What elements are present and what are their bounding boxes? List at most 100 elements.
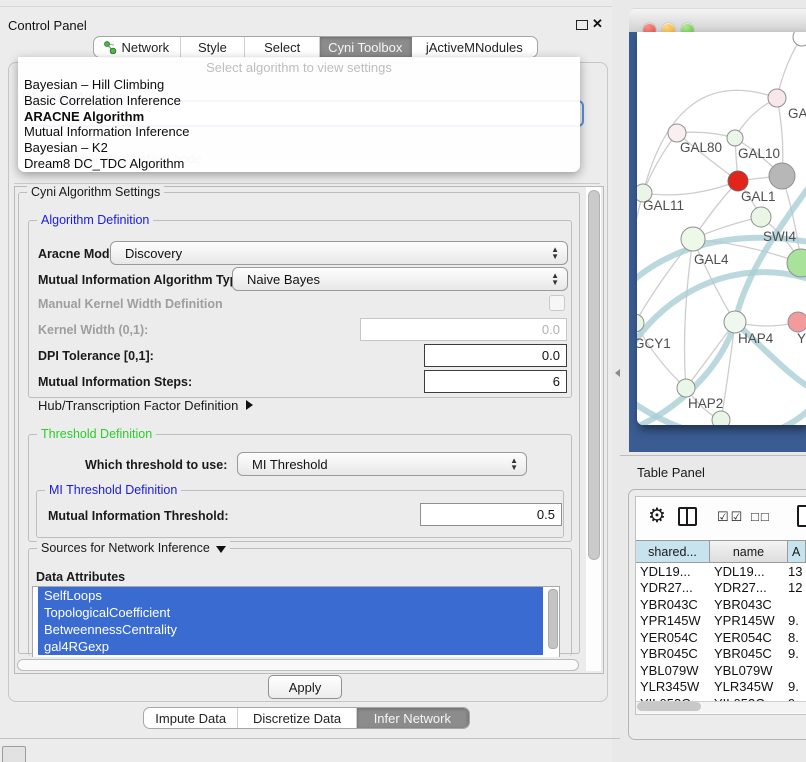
tab-style[interactable]: Style [181,37,246,57]
list-scrollbar[interactable] [548,589,558,649]
table-cell: YPR145W [636,613,710,628]
dropdown-item[interactable]: Bayesian – Hill Climbing [18,77,580,93]
table-row[interactable]: YLR345WYLR345W9. [636,679,806,696]
network-node[interactable] [724,311,746,333]
network-node[interactable] [768,89,786,107]
network-node[interactable] [728,171,748,191]
dropdown-item[interactable]: Basic Correlation Inference [18,93,580,109]
column-header-partial[interactable]: A [788,540,806,563]
select-all-checkboxes-icon[interactable]: ☑☑ [717,509,744,525]
attribute-list-item[interactable]: TopologicalCoefficient [38,604,543,621]
float-window-icon[interactable] [576,20,588,30]
cyni-bottom-tabs: Impute Data Discretize Data Infer Networ… [143,707,470,729]
spinner-arrows-icon: ▲▼ [551,272,559,286]
tab-impute-data[interactable]: Impute Data [144,708,238,728]
spinner-arrows-icon: ▲▼ [510,457,518,471]
dropdown-item[interactable]: ARACNE Algorithm [18,109,580,125]
mi-type-combobox[interactable]: Naive Bayes ▲▼ [232,267,568,291]
network-node-label: HAP4 [738,331,774,346]
panel-splitter-handle[interactable] [615,369,620,377]
group-title: MI Threshold Definition [45,483,181,497]
deselect-all-checkboxes-icon[interactable]: □□ [751,509,771,524]
network-node-label: GAL80 [680,140,722,155]
group-title: Cyni Algorithm Settings [27,185,164,199]
mi-type-label: Mutual Information Algorithm Type: [38,273,248,287]
table-row[interactable]: YDR27...YDR27...12 [636,580,806,597]
control-panel-tabs: Network Style Select Cyni Toolbox jActiv… [93,36,538,58]
table-body: YDL19...YDL19...13YDR27...YDR27...12YBR0… [636,563,806,701]
table-row[interactable]: YBL079WYBL079W [636,662,806,679]
corner-button[interactable] [2,746,26,762]
table-cell: YBR045C [710,646,788,661]
network-node[interactable] [751,207,771,227]
network-edge[interactable] [643,181,738,195]
network-edge[interactable] [643,133,677,193]
tab-network[interactable]: Network [94,37,181,57]
table-cell: 13 [788,564,806,579]
kernel-width-input[interactable]: 0.0 [360,318,567,341]
table-row[interactable]: YPR145WYPR145W9. [636,613,806,630]
attribute-list-item[interactable]: SelfLoops [38,587,543,604]
network-node[interactable] [788,312,806,332]
dpi-tolerance-input[interactable]: 0.0 [424,344,567,367]
apply-button[interactable]: Apply [268,675,342,699]
table-cell: 8. [788,630,806,645]
table-row[interactable]: YBR045CYBR045C9. [636,646,806,663]
dropdown-item[interactable]: Mutual Information Inference [18,124,580,140]
expander-arrow-icon [246,400,253,410]
network-edge-thick[interactable] [637,187,806,425]
column-header-name[interactable]: name [710,540,788,563]
attribute-list-item[interactable]: gal4RGexp [38,638,543,655]
dropdown-item[interactable]: Bayesian – K2 [18,140,580,156]
columns-icon[interactable] [678,507,697,526]
tab-cyni-toolbox[interactable]: Cyni Toolbox [320,37,412,57]
new-table-icon[interactable] [797,505,806,527]
aracne-mode-combobox[interactable]: Discovery ▲▼ [110,241,568,265]
mi-threshold-input[interactable]: 0.5 [420,503,562,526]
column-header-shared-name[interactable]: shared... [636,540,710,563]
table-row[interactable]: YDL19...YDL19...13 [636,563,806,580]
network-node[interactable] [793,32,806,46]
table-row[interactable]: YBR043CYBR043C [636,596,806,613]
table-cell: 12 [788,580,806,595]
which-threshold-combobox[interactable]: MI Threshold ▲▼ [237,452,527,476]
vertical-scrollbar-thumb[interactable] [588,190,600,560]
table-scrollbar-thumb[interactable] [637,702,701,711]
network-node-label: HAP2 [688,396,723,411]
table-row[interactable]: YER054CYER054C8. [636,629,806,646]
data-attributes-label: Data Attributes [36,570,125,584]
tab-infer-network[interactable]: Infer Network [357,708,469,728]
network-node[interactable] [681,227,705,251]
network-node[interactable] [769,163,795,189]
tab-jactivemnodules[interactable]: jActiveMNodules [412,37,537,57]
network-window-titlebar[interactable] [629,8,806,34]
network-edge[interactable] [777,37,802,98]
table-cell: YDL19... [636,564,710,579]
network-node-label: GAL10 [738,146,780,161]
manual-kernel-checkbox[interactable] [549,295,565,311]
attribute-list-item[interactable]: BetweennessCentrality [38,621,543,638]
data-attributes-list[interactable]: SelfLoopsTopologicalCoefficientBetweenne… [32,586,560,658]
network-edge[interactable] [685,239,693,388]
gear-icon[interactable]: ⚙ [648,503,666,528]
network-node-label: GCY1 [637,336,671,351]
dropdown-item[interactable]: Dream8 DC_TDC Algorithm [18,156,580,172]
close-icon[interactable]: ✕ [592,16,603,32]
tab-discretize-data[interactable]: Discretize Data [238,708,356,728]
network-node[interactable] [712,411,730,425]
network-node-label: GAL1 [741,189,776,204]
network-node[interactable] [677,379,695,397]
network-node[interactable] [727,130,743,146]
horizontal-scrollbar-thumb[interactable] [17,659,579,671]
control-panel: Control Panel ✕ Network Style Select Cyn… [0,0,612,762]
manual-kernel-label: Manual Kernel Width Definition [38,297,223,311]
hub-expander[interactable]: Hub/Transcription Factor Definition [38,398,253,413]
table-cell: YBR043C [710,597,788,612]
network-canvas[interactable]: GAL7GAL80GAL10GAL1GAL11SWI4GAL4GCY1HAP4Y… [637,32,806,425]
network-icon [104,41,117,54]
spinner-arrows-icon: ▲▼ [551,246,559,260]
network-node-label: GAL4 [694,252,729,267]
sources-expander[interactable]: Sources for Network Inference [37,541,230,555]
tab-select[interactable]: Select [245,37,320,57]
mi-steps-input[interactable]: 6 [424,370,567,393]
